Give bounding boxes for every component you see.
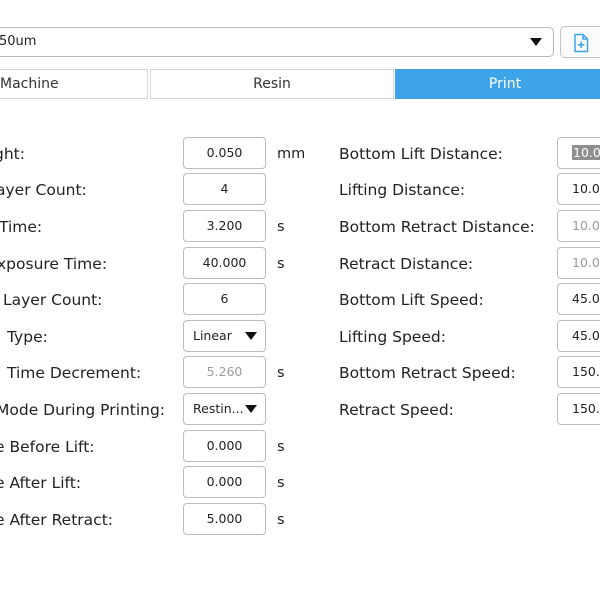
wait-after-lift-value: 0.000	[206, 474, 243, 489]
bottom-exposure-time-unit: s	[277, 256, 285, 272]
lifting-distance-value: 10.00	[572, 181, 600, 196]
chevron-down-icon	[245, 332, 257, 340]
bottom-retract-speed-value: 150.0	[572, 364, 600, 379]
transition-type-label: Type:	[7, 328, 48, 346]
transition-time-decrement-label: Time Decrement:	[7, 364, 142, 382]
chevron-down-icon	[530, 38, 542, 46]
bottom-lift-speed-value: 45.00	[572, 291, 600, 306]
retract-distance-input[interactable]: 10.00	[557, 247, 600, 279]
transition-time-decrement-input[interactable]: 5.260	[183, 356, 266, 388]
bottom-retract-distance-value: 10.00	[572, 218, 600, 233]
wait-before-lift-value: 0.000	[206, 438, 243, 453]
lifting-distance-input[interactable]: 10.00	[557, 173, 600, 205]
profile-dropdown-value: 50um	[0, 34, 37, 49]
bottom-retract-speed-label: Bottom Retract Speed:	[339, 364, 516, 382]
chevron-down-icon	[245, 405, 257, 413]
mode-during-printing-value: Restin...	[193, 401, 244, 416]
new-profile-button[interactable]	[560, 26, 600, 58]
wait-after-retract-unit: s	[277, 512, 285, 528]
transition-layer-count-label: Layer Count:	[3, 291, 103, 309]
exposure-time-input[interactable]: 3.200	[183, 210, 266, 242]
bottom-exposure-time-input[interactable]: 40.000	[183, 247, 266, 279]
bottom-layer-count-label: ayer Count:	[0, 181, 87, 199]
wait-after-lift-label: e After Lift:	[0, 474, 82, 492]
bottom-layer-count-value: 4	[220, 181, 229, 196]
bottom-exposure-time-value: 40.000	[202, 255, 247, 270]
mode-during-printing-label: Mode During Printing:	[0, 401, 166, 419]
transition-type-select[interactable]: Linear	[183, 320, 266, 352]
retract-distance-value: 10.00	[572, 255, 600, 270]
wait-after-retract-input[interactable]: 5.000	[183, 503, 266, 535]
transition-layer-count-value: 6	[220, 291, 229, 306]
bottom-retract-distance-input[interactable]: 10.00	[557, 210, 600, 242]
mode-during-printing-select[interactable]: Restin...	[183, 393, 266, 425]
lifting-speed-label: Lifting Speed:	[339, 328, 446, 346]
retract-speed-label: Retract Speed:	[339, 401, 454, 419]
wait-after-retract-label: e After Retract:	[0, 511, 113, 529]
transition-time-decrement-unit: s	[277, 365, 285, 381]
retract-distance-label: Retract Distance:	[339, 255, 474, 273]
tab-resin[interactable]: Resin	[150, 69, 394, 99]
lifting-speed-value: 45.00	[572, 328, 600, 343]
bottom-retract-distance-label: Bottom Retract Distance:	[339, 218, 535, 236]
transition-type-value: Linear	[193, 328, 232, 343]
wait-after-lift-unit: s	[277, 475, 285, 491]
bottom-exposure-time-label: xposure Time:	[0, 255, 108, 273]
tab-print-label: Print	[488, 76, 522, 92]
wait-before-lift-unit: s	[277, 439, 285, 455]
print-settings-panel: 50um Machine Resin Print ght: 0.050 mm a…	[0, 0, 600, 600]
exposure-time-label: Time:	[0, 218, 43, 236]
bottom-layer-count-input[interactable]: 4	[183, 173, 266, 205]
wait-before-lift-label: e Before Lift:	[0, 438, 95, 456]
layer-height-label: ght:	[0, 145, 25, 163]
wait-after-retract-value: 5.000	[206, 511, 243, 526]
bottom-lift-speed-input[interactable]: 45.00	[557, 283, 600, 315]
bottom-lift-distance-input[interactable]: 10.00	[557, 137, 600, 169]
layer-height-unit: mm	[277, 146, 306, 162]
bottom-retract-speed-input[interactable]: 150.0	[557, 356, 600, 388]
retract-speed-value: 150.0	[572, 401, 600, 416]
wait-before-lift-input[interactable]: 0.000	[183, 430, 266, 462]
file-plus-icon	[574, 33, 589, 53]
tab-machine[interactable]: Machine	[0, 69, 148, 99]
layer-height-input[interactable]: 0.050	[183, 137, 266, 169]
wait-after-lift-input[interactable]: 0.000	[183, 466, 266, 498]
tab-print[interactable]: Print	[395, 69, 600, 99]
exposure-time-value: 3.200	[206, 218, 243, 233]
transition-layer-count-input[interactable]: 6	[183, 283, 266, 315]
transition-time-decrement-value: 5.260	[206, 364, 243, 379]
bottom-lift-speed-label: Bottom Lift Speed:	[339, 291, 484, 309]
retract-speed-input[interactable]: 150.0	[557, 393, 600, 425]
lifting-distance-label: Lifting Distance:	[339, 181, 466, 199]
layer-height-value: 0.050	[206, 145, 243, 160]
tab-resin-label: Resin	[253, 76, 291, 92]
lifting-speed-input[interactable]: 45.00	[557, 320, 600, 352]
bottom-lift-distance-label: Bottom Lift Distance:	[339, 145, 503, 163]
profile-dropdown[interactable]: 50um	[0, 27, 554, 57]
tab-machine-label: Machine	[0, 76, 59, 92]
bottom-lift-distance-value: 10.00	[572, 145, 600, 160]
exposure-time-unit: s	[277, 219, 285, 235]
